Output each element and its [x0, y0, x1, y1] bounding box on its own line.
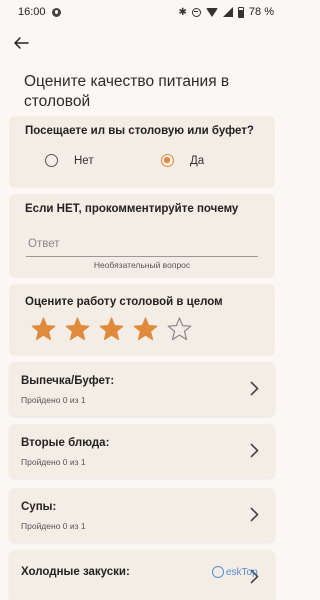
star-filled-icon[interactable]: [31, 317, 56, 341]
question-card-visit: Посещаете ил вы столовую или буфет? Нет …: [9, 116, 275, 188]
bluetooth-icon: ✱: [178, 6, 187, 18]
star-empty-icon[interactable]: [167, 317, 192, 341]
battery-icon: [237, 6, 244, 18]
category-title: Выпечка/Буфет:: [21, 375, 115, 387]
category-title: Холодные закуски:: [21, 566, 130, 578]
question-card-comment: Если НЕТ, прокомментируйте почему Необяз…: [9, 194, 275, 278]
category-progress: Пройдено 0 из 1: [21, 521, 86, 531]
chevron-right-icon: [250, 443, 259, 458]
category-title: Супы:: [21, 501, 57, 513]
back-button[interactable]: [10, 32, 32, 54]
status-bar: 16:00 ✱ 78 %: [0, 0, 284, 24]
watermark: eskTop: [212, 566, 258, 578]
arrow-left-icon: [14, 37, 29, 49]
star-filled-icon[interactable]: [99, 317, 124, 341]
radio-option-no[interactable]: Нет: [45, 154, 94, 167]
app-notification-icon: [51, 7, 61, 17]
category-progress: Пройдено 0 из 1: [21, 457, 86, 467]
do-not-disturb-icon: [191, 7, 201, 17]
status-time: 16:00: [18, 6, 46, 18]
star-filled-icon[interactable]: [65, 317, 90, 341]
category-card-bakery[interactable]: Выпечка/Буфет: Пройдено 0 из 1: [9, 362, 275, 416]
watermark-text: eskTop: [226, 566, 258, 578]
category-title: Вторые блюда:: [21, 437, 110, 449]
status-icons: ✱ 78 %: [179, 6, 274, 18]
category-card-soups[interactable]: Супы: Пройдено 0 из 1: [9, 488, 275, 542]
question-label: Оцените работу столовой в целом: [25, 296, 223, 308]
answer-input[interactable]: [26, 231, 258, 257]
watermark-logo-icon: [212, 566, 224, 578]
signal-icon: [222, 7, 233, 17]
radio-button-selected[interactable]: [161, 154, 174, 167]
question-label: Посещаете ил вы столовую или буфет?: [25, 125, 254, 137]
chevron-right-icon: [250, 381, 259, 396]
radio-label: Да: [190, 154, 205, 167]
question-card-rating: Оцените работу столовой в целом: [9, 284, 275, 356]
category-progress: Пройдено 0 из 1: [21, 395, 86, 405]
radio-button[interactable]: [45, 154, 58, 167]
battery-level: 78 %: [248, 6, 274, 18]
page-title: Оцените качество питания в столовой: [24, 73, 230, 110]
star-filled-icon[interactable]: [133, 317, 158, 341]
optional-hint: Необязательный вопрос: [93, 260, 191, 270]
category-card-main-courses[interactable]: Вторые блюда: Пройдено 0 из 1: [9, 424, 275, 478]
radio-label: Нет: [74, 154, 94, 167]
question-label: Если НЕТ, прокомментируйте почему: [25, 203, 239, 215]
chevron-right-icon: [250, 507, 259, 522]
radio-option-yes[interactable]: Да: [161, 154, 204, 167]
star-rating[interactable]: [31, 317, 192, 341]
wifi-icon: [205, 7, 218, 17]
